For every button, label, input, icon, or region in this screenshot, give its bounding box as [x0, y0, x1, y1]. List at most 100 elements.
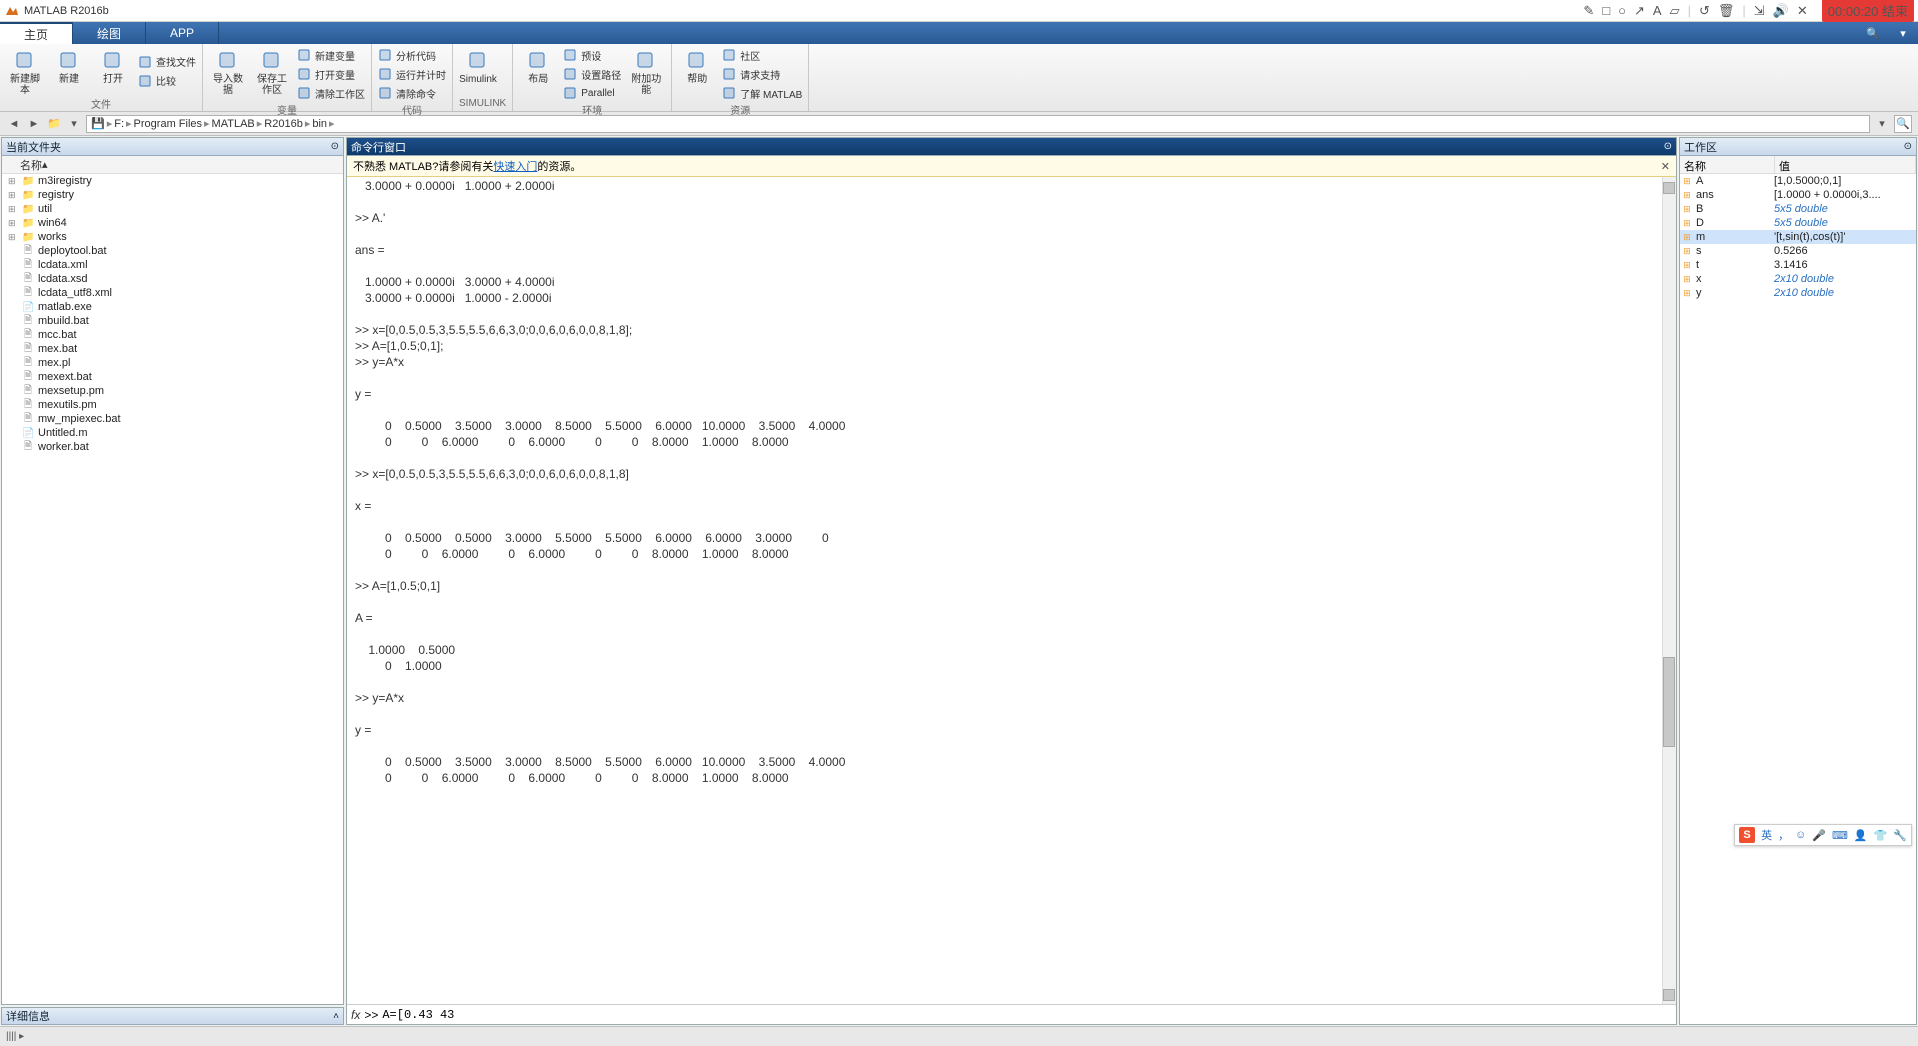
find-files-icon[interactable]: 查找文件	[138, 53, 196, 71]
file-item[interactable]: 🗎worker.bat	[2, 440, 343, 454]
parallel-icon[interactable]: Parallel	[563, 84, 621, 102]
save-ws-icon[interactable]: 保存工作区	[253, 46, 291, 102]
banner-link[interactable]: 快速入门	[493, 158, 537, 174]
file-item[interactable]: 📄matlab.exe	[2, 300, 343, 314]
tool-undo-icon[interactable]: ↺	[1699, 3, 1710, 19]
ws-col-value[interactable]: 值	[1775, 156, 1916, 173]
support-icon[interactable]: 请求支持	[722, 65, 802, 83]
recording-badge[interactable]: 00:00:20 结束	[1822, 0, 1914, 22]
open-icon[interactable]: 打开	[94, 46, 132, 96]
path-field[interactable]: 💾▸F:▸Program Files▸MATLAB▸R2016b▸bin▸	[86, 115, 1870, 133]
file-item[interactable]: 🗎mw_mpiexec.bat	[2, 412, 343, 426]
ime-lang[interactable]: 英	[1761, 827, 1772, 843]
ime-keyboard-icon[interactable]: ⌨	[1832, 829, 1848, 842]
sogou-icon[interactable]: S	[1739, 827, 1755, 843]
expand-icon[interactable]: ⊞	[8, 218, 18, 229]
expand-icon[interactable]: ⊞	[8, 190, 18, 201]
clear-ws-icon[interactable]: 清除工作区	[297, 84, 365, 102]
community-icon[interactable]: 社区	[722, 46, 802, 64]
panel-expand-icon[interactable]: ˄	[333, 1011, 339, 1022]
tab-dropdown-icon[interactable]: ▾	[1888, 22, 1918, 44]
ime-tools-icon[interactable]: 🔧	[1893, 829, 1907, 842]
file-item[interactable]: 🗎mex.bat	[2, 342, 343, 356]
file-item[interactable]: 🗎lcdata.xml	[2, 258, 343, 272]
panel-menu-icon[interactable]: ⊙	[331, 141, 339, 152]
file-item[interactable]: 🗎lcdata.xsd	[2, 272, 343, 286]
workspace-var[interactable]: ⊞m'[t,sin(t),cos(t)]'	[1680, 230, 1916, 244]
ime-sep[interactable]: ，	[1778, 827, 1789, 843]
new-script-icon[interactable]: 新建脚本	[6, 46, 44, 96]
ime-skin-icon[interactable]: 👕	[1874, 829, 1888, 842]
workspace-header[interactable]: 工作区 ⊙	[1680, 138, 1916, 156]
compare-icon[interactable]: 比较	[138, 72, 196, 90]
path-segment[interactable]: R2016b	[264, 118, 303, 130]
path-segment[interactable]: F:	[114, 118, 124, 130]
help-icon[interactable]: 帮助	[678, 46, 716, 102]
details-header[interactable]: 详细信息 ˄	[2, 1008, 343, 1025]
tab-绘图[interactable]: 绘图	[73, 22, 146, 44]
current-folder-header[interactable]: 当前文件夹 ⊙	[2, 138, 343, 156]
tab-search-icon[interactable]: 🔍	[1858, 22, 1888, 44]
workspace-var[interactable]: ⊞x2x10 double	[1680, 272, 1916, 286]
nav-back-icon[interactable]: ◄	[6, 116, 22, 132]
ime-user-icon[interactable]: 👤	[1854, 829, 1868, 842]
banner-close-icon[interactable]: ✕	[1661, 160, 1670, 173]
command-input[interactable]	[382, 1008, 1672, 1022]
file-item[interactable]: ⊞📁win64	[2, 216, 343, 230]
tool-square-icon[interactable]: □	[1602, 3, 1610, 18]
scrollbar[interactable]	[1662, 177, 1676, 1004]
nav-fwd-icon[interactable]: ►	[26, 116, 42, 132]
panel-menu-icon[interactable]: ⊙	[1904, 141, 1912, 152]
file-item[interactable]: ⊞📁works	[2, 230, 343, 244]
file-item[interactable]: 🗎mex.pl	[2, 356, 343, 370]
tool-text-icon[interactable]: A	[1653, 3, 1662, 18]
file-item[interactable]: 🗎lcdata_utf8.xml	[2, 286, 343, 300]
file-item[interactable]: 🗎mcc.bat	[2, 328, 343, 342]
workspace-var[interactable]: ⊞B5x5 double	[1680, 202, 1916, 216]
path-segment[interactable]: MATLAB	[212, 118, 255, 130]
tool-circle-icon[interactable]: ○	[1618, 3, 1626, 18]
file-item[interactable]: ⊞📁util	[2, 202, 343, 216]
scroll-thumb[interactable]	[1663, 657, 1675, 747]
new-icon[interactable]: 新建	[50, 46, 88, 96]
file-item[interactable]: 🗎mexutils.pm	[2, 398, 343, 412]
path-search-icon[interactable]: 🔍	[1894, 115, 1912, 133]
clear-cmd-icon[interactable]: 清除命令	[378, 84, 446, 102]
path-segment[interactable]: bin	[312, 118, 327, 130]
tool-close-icon[interactable]: ✕	[1797, 3, 1808, 19]
ime-emoji-icon[interactable]: ☺	[1795, 829, 1806, 841]
ws-col-name[interactable]: 名称	[1680, 156, 1775, 173]
file-item[interactable]: 📄Untitled.m	[2, 426, 343, 440]
file-item[interactable]: 🗎mexext.bat	[2, 370, 343, 384]
analyze-icon[interactable]: 分析代码	[378, 46, 446, 64]
tool-pin-icon[interactable]: ⇲	[1754, 3, 1765, 19]
file-column-header[interactable]: 名称 ▴	[2, 156, 343, 174]
new-var-icon[interactable]: 新建变量	[297, 46, 365, 64]
expand-icon[interactable]: ⊞	[8, 176, 18, 187]
file-item[interactable]: 🗎deploytool.bat	[2, 244, 343, 258]
nav-dropdown-icon[interactable]: ▾	[66, 116, 82, 132]
workspace-var[interactable]: ⊞y2x10 double	[1680, 286, 1916, 300]
tool-trash-icon[interactable]: 🗑	[1718, 3, 1735, 19]
tool-pencil-icon[interactable]: ✎	[1583, 3, 1594, 19]
setpath-icon[interactable]: 设置路径	[563, 65, 621, 83]
layout-icon[interactable]: 布局	[519, 46, 557, 102]
scroll-up-icon[interactable]	[1663, 182, 1675, 194]
command-output[interactable]: 3.0000 + 0.0000i 1.0000 + 2.0000i >> A.'…	[347, 177, 1676, 1004]
addons-icon[interactable]: 附加功能	[627, 46, 665, 102]
ime-mic-icon[interactable]: 🎤	[1812, 829, 1826, 842]
tool-arrow-icon[interactable]: ↗	[1634, 3, 1645, 19]
path-history-icon[interactable]: ▾	[1874, 116, 1890, 132]
tab-主页[interactable]: 主页	[0, 22, 73, 44]
expand-icon[interactable]: ⊞	[8, 232, 18, 243]
path-segment[interactable]: Program Files	[134, 118, 202, 130]
file-item[interactable]: 🗎mbuild.bat	[2, 314, 343, 328]
prefs-icon[interactable]: 预设	[563, 46, 621, 64]
learn-icon[interactable]: 了解 MATLAB	[722, 84, 802, 102]
timing-icon[interactable]: 运行并计时	[378, 65, 446, 83]
workspace-var[interactable]: ⊞D5x5 double	[1680, 216, 1916, 230]
file-item[interactable]: ⊞📁registry	[2, 188, 343, 202]
tool-blur-icon[interactable]: ▱	[1670, 3, 1680, 19]
workspace-var[interactable]: ⊞s0.5266	[1680, 244, 1916, 258]
tab-APP[interactable]: APP	[146, 22, 219, 44]
